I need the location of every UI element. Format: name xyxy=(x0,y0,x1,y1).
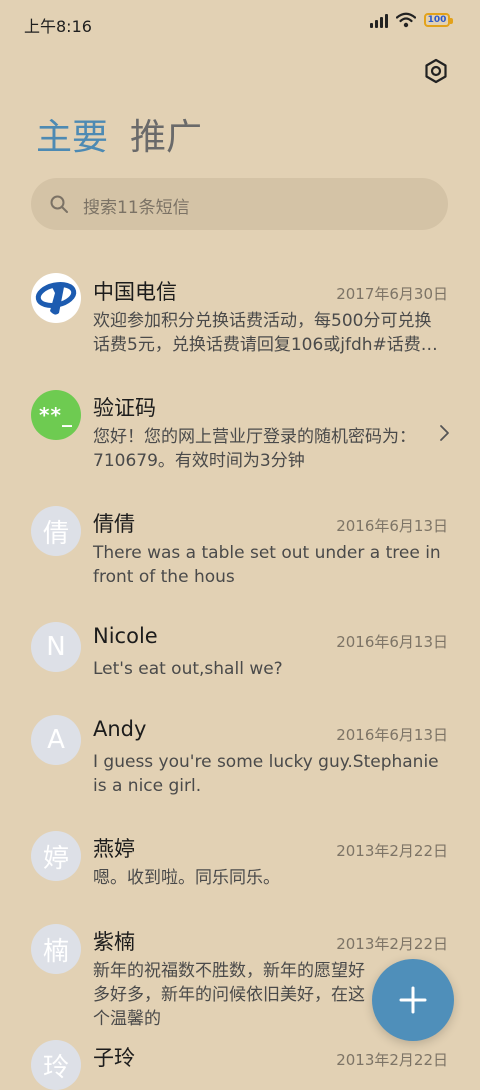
conversation-name: 倩倩 xyxy=(93,512,135,536)
conversation-preview: There was a table set out under a tree i… xyxy=(93,543,441,587)
battery-level: 100 xyxy=(427,14,447,25)
settings-button[interactable] xyxy=(421,56,451,86)
conversation-name: 中国电信 xyxy=(93,280,177,304)
status-bar: 上午8:16 100 xyxy=(0,0,480,46)
conversation-preview: I guess you're some lucky guy.Stephanie … xyxy=(93,752,439,796)
compose-button[interactable] xyxy=(372,959,454,1041)
search-icon xyxy=(50,195,68,213)
conversation-date: 2013年2月22日 xyxy=(336,1051,448,1069)
contact-avatar: A xyxy=(31,715,81,765)
conversation-preview: 欢迎参加积分兑换话费活动，每500分可兑换话费5元，兑换话费请回复106或jfd… xyxy=(93,311,438,355)
search-input[interactable]: 搜索11条短信 xyxy=(83,193,190,218)
contact-avatar: 婷 xyxy=(31,831,81,881)
search-bar[interactable]: 搜索11条短信 xyxy=(31,178,448,230)
contact-avatar: 楠 xyxy=(31,924,81,974)
conversation-name: 验证码 xyxy=(93,396,156,420)
conversation-name: 燕婷 xyxy=(93,837,135,861)
tab-promotions[interactable]: 推广 xyxy=(130,112,202,164)
tab-primary[interactable]: 主要 xyxy=(36,112,108,164)
conversation-date: 2016年6月13日 xyxy=(336,517,448,535)
status-time: 上午8:16 xyxy=(24,17,92,36)
conversation-date: 2016年6月13日 xyxy=(336,726,448,744)
conversation-date: 2013年2月22日 xyxy=(336,935,448,953)
battery-icon: 100 xyxy=(424,13,453,27)
conversation-name: 子玲 xyxy=(93,1046,135,1070)
signal-icon xyxy=(370,12,388,28)
plus-icon xyxy=(399,986,427,1014)
wifi-icon xyxy=(396,12,416,28)
contact-avatar: N xyxy=(31,622,81,672)
conversation-name: 紫楠 xyxy=(93,930,135,954)
conversation-name: Andy xyxy=(93,717,147,741)
tab-bar: 主要 推广 xyxy=(36,112,202,164)
conversation-date: 2017年6月30日 xyxy=(336,285,448,303)
conversation-preview: 您好！您的网上营业厅登录的随机密码为：710679。有效时间为3分钟 xyxy=(93,427,416,471)
status-icons: 100 xyxy=(370,12,453,28)
telecom-logo-icon xyxy=(35,282,77,315)
contact-avatar: 倩 xyxy=(31,506,81,556)
verification-avatar: **_ xyxy=(31,390,81,440)
contact-avatar: 玲 xyxy=(31,1040,81,1090)
conversation-preview: Let's eat out,shall we? xyxy=(93,659,283,679)
chevron-right-icon xyxy=(440,425,449,441)
conversation-date: 2016年6月13日 xyxy=(336,633,448,651)
conversation-preview: 新年的祝福数不胜数，新年的愿望好多好多，新年的问候依旧美好，在这个温馨的 xyxy=(93,961,365,1029)
conversation-date: 2013年2月22日 xyxy=(336,842,448,860)
settings-icon xyxy=(425,58,447,84)
telecom-logo-avatar xyxy=(31,273,81,323)
conversation-preview: 嗯。收到啦。同乐同乐。 xyxy=(93,868,280,888)
conversation-name: Nicole xyxy=(93,624,158,648)
